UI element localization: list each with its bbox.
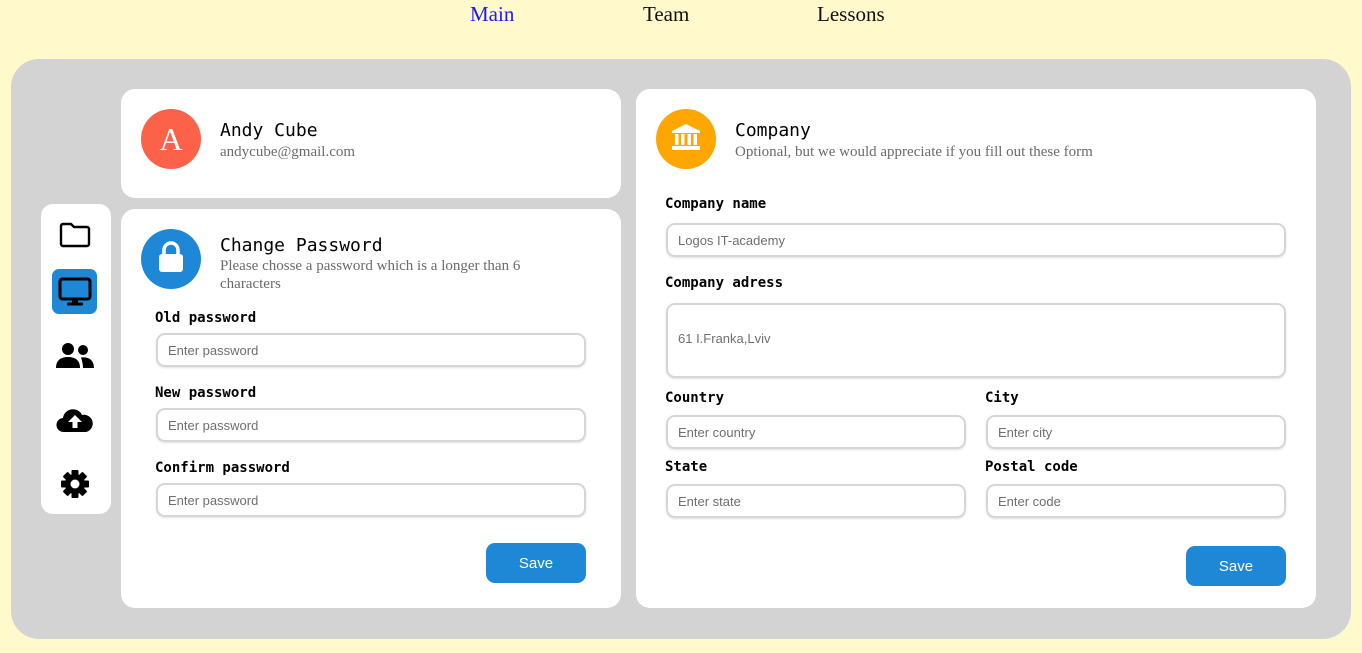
- country-label: Country: [665, 390, 725, 406]
- sidebar-item-cloud-upload[interactable]: [52, 396, 97, 441]
- avatar-initial: A: [159, 120, 183, 157]
- nav-link-team[interactable]: Team: [643, 2, 689, 27]
- postal-code-label: Postal code: [985, 459, 1078, 475]
- avatar: A: [141, 109, 201, 169]
- sidebar: [41, 204, 111, 514]
- city-input[interactable]: [986, 415, 1286, 449]
- state-label: State: [665, 459, 708, 475]
- profile-name: Andy Cube: [220, 120, 318, 141]
- company-subtitle: Optional, but we would appreciate if you…: [735, 144, 1093, 160]
- save-company-button[interactable]: Save: [1186, 546, 1286, 586]
- folder-icon: [59, 222, 91, 248]
- old-password-input[interactable]: [156, 333, 586, 367]
- company-address-input[interactable]: [666, 303, 1286, 378]
- profile-card: A Andy Cube andycube@gmail.com: [121, 89, 621, 198]
- password-title: Change Password: [220, 235, 383, 256]
- sidebar-item-users[interactable]: [52, 332, 97, 377]
- company-card: Company Optional, but we would appreciat…: [636, 89, 1316, 608]
- new-password-label: New password: [155, 385, 257, 401]
- sidebar-item-folder[interactable]: [52, 212, 97, 257]
- company-name-label: Company name: [665, 196, 767, 212]
- profile-email: andycube@gmail.com: [220, 144, 356, 160]
- country-input[interactable]: [666, 415, 966, 449]
- users-icon: [55, 341, 94, 369]
- old-password-label: Old password: [155, 310, 257, 326]
- change-password-card: Change Password Please chosse a password…: [121, 209, 621, 608]
- confirm-password-input[interactable]: [156, 483, 586, 517]
- nav-link-lessons[interactable]: Lessons: [817, 2, 885, 27]
- bank-icon-badge: [656, 109, 716, 169]
- confirm-password-label: Confirm password: [155, 460, 290, 476]
- company-title: Company: [735, 120, 811, 141]
- company-name-input[interactable]: [666, 223, 1286, 257]
- company-address-label: Company adress: [665, 275, 784, 291]
- top-nav: Main Team Lessons: [0, 0, 1362, 30]
- cloud-upload-icon: [55, 405, 94, 433]
- lock-icon: [157, 240, 185, 278]
- save-password-button[interactable]: Save: [486, 543, 586, 583]
- sidebar-item-settings[interactable]: [52, 461, 97, 506]
- postal-code-input[interactable]: [986, 484, 1286, 518]
- password-subtitle: Please chosse a password which is a long…: [220, 258, 521, 292]
- monitor-icon: [58, 277, 92, 307]
- lock-icon-badge: [141, 229, 201, 289]
- nav-link-main[interactable]: Main: [470, 2, 514, 27]
- sidebar-item-monitor[interactable]: [52, 269, 97, 314]
- gear-icon: [60, 469, 90, 499]
- new-password-input[interactable]: [156, 408, 586, 442]
- bank-icon: [671, 123, 701, 156]
- state-input[interactable]: [666, 484, 966, 518]
- city-label: City: [985, 390, 1019, 406]
